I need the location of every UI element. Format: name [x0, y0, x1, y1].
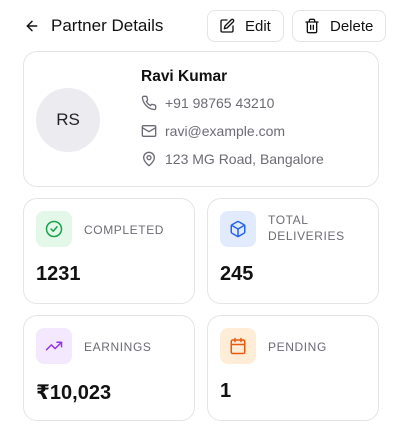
avatar: RS: [36, 88, 100, 152]
stat-card-completed: COMPLETED 1231: [23, 198, 195, 304]
page-header: Partner Details Edit Delete: [0, 0, 403, 52]
arrow-left-icon: [26, 20, 38, 32]
phone-icon: [141, 95, 157, 111]
stat-label: PENDING: [268, 340, 327, 354]
mail-icon: [141, 123, 157, 139]
stat-card-pending: PENDING 1: [207, 315, 379, 421]
delete-button-label: Delete: [330, 17, 374, 35]
package-icon: [220, 211, 256, 247]
delete-button[interactable]: Delete: [292, 10, 386, 42]
stat-value: 1: [220, 380, 232, 402]
address-row: 123 MG Road, Bangalore: [141, 151, 324, 167]
address-text: 123 MG Road, Bangalore: [165, 151, 324, 167]
email-row: ravi@example.com: [141, 123, 285, 139]
stat-label-line1: TOTAL: [268, 213, 309, 227]
phone-text: +91 98765 43210: [165, 95, 275, 111]
stat-value: ₹10,023: [36, 382, 112, 404]
edit-button[interactable]: Edit: [207, 10, 284, 42]
phone-row: +91 98765 43210: [141, 95, 274, 111]
map-pin-icon: [141, 151, 157, 167]
check-circle-icon: [36, 211, 72, 247]
stat-label-line2: DELIVERIES: [268, 229, 345, 243]
edit-button-label: Edit: [245, 17, 271, 35]
page-title: Partner Details: [51, 16, 164, 35]
stat-label: COMPLETED: [84, 223, 165, 237]
calendar-icon: [220, 328, 256, 364]
stat-value: 1231: [36, 263, 81, 285]
stat-card-earnings: EARNINGS ₹10,023: [23, 315, 195, 421]
stat-value: 245: [220, 263, 254, 285]
back-button[interactable]: [22, 16, 42, 36]
trash-icon: [304, 18, 320, 34]
partner-profile-card: RS Ravi Kumar +91 98765 43210 ravi@examp…: [23, 51, 379, 187]
email-text: ravi@example.com: [165, 123, 286, 139]
stat-label: EARNINGS: [84, 340, 152, 354]
trending-up-icon: [36, 328, 72, 364]
stat-card-total-deliveries: TOTAL DELIVERIES 245: [207, 198, 379, 304]
edit-icon: [219, 18, 235, 34]
partner-name: Ravi Kumar: [141, 68, 228, 85]
